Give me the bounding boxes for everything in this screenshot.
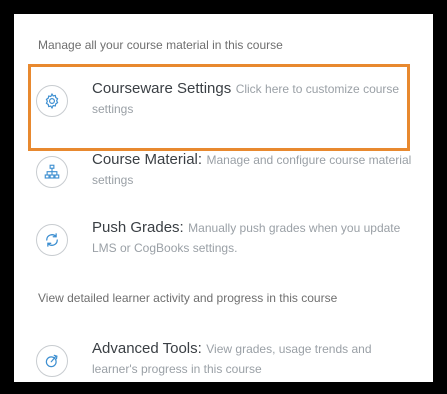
- item-title: Courseware Settings: [92, 80, 232, 97]
- push-grades-link[interactable]: Push Grades: Manually push grades when y…: [36, 218, 416, 268]
- hierarchy-icon: [36, 156, 68, 188]
- analytics-icon: [36, 345, 68, 377]
- gear-icon: [36, 85, 68, 117]
- course-material-link[interactable]: Course Material: Manage and configure co…: [36, 150, 416, 200]
- item-title: Push Grades:: [92, 219, 184, 236]
- item-title: Advanced Tools:: [92, 340, 202, 357]
- item-title: Course Material:: [92, 151, 203, 168]
- section-caption-activity: View detailed learner activity and progr…: [38, 291, 338, 305]
- refresh-icon: [36, 224, 68, 256]
- courseware-settings-link[interactable]: Courseware Settings Click here to custom…: [36, 79, 416, 129]
- section-caption-manage: Manage all your course material in this …: [38, 38, 283, 52]
- advanced-tools-link[interactable]: Advanced Tools: View grades, usage trend…: [36, 339, 416, 382]
- course-admin-panel: Manage all your course material in this …: [14, 14, 433, 382]
